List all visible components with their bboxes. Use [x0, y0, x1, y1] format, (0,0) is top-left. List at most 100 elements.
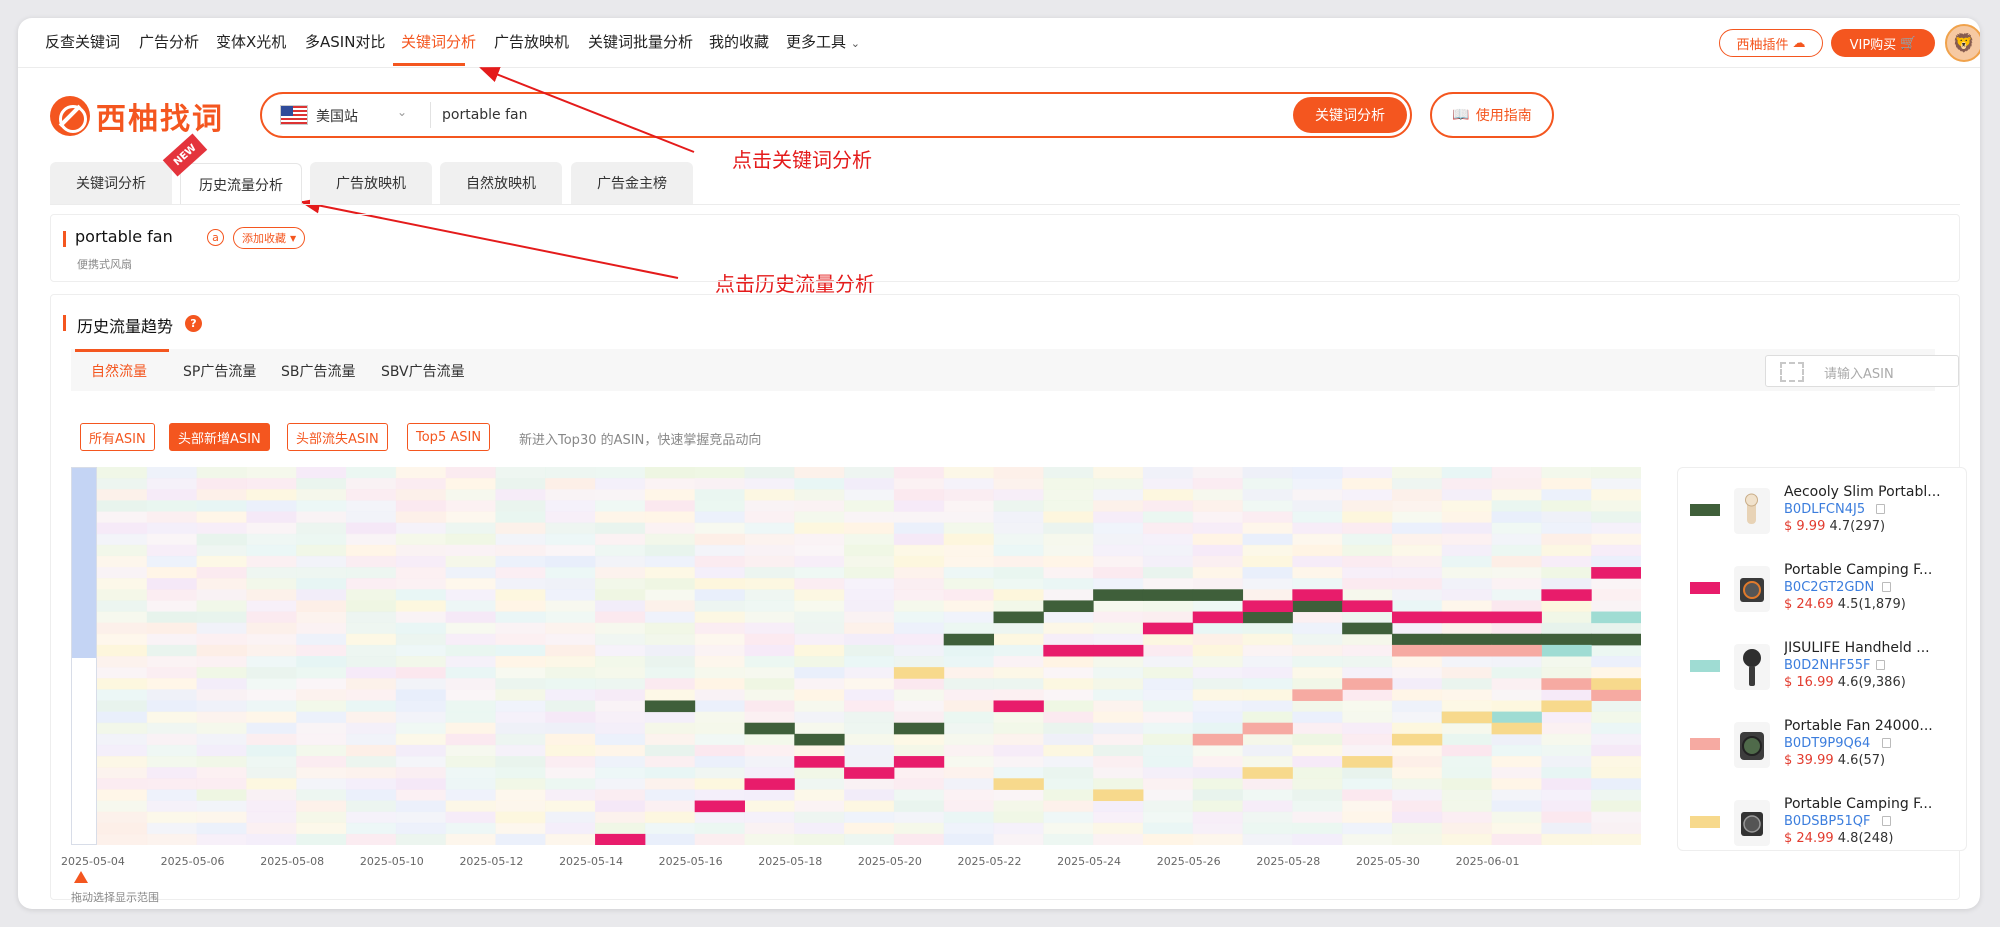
heatmap-cell[interactable] [1591, 700, 1641, 713]
heatmap-cell[interactable] [1541, 533, 1592, 546]
heatmap-cell[interactable] [1391, 555, 1443, 568]
heatmap-cell[interactable] [1292, 578, 1343, 590]
heatmap-cell[interactable] [1242, 467, 1293, 479]
heatmap-cell[interactable] [1441, 600, 1493, 613]
tab-organic-projector[interactable]: 自然放映机 [440, 162, 562, 204]
heatmap-cell[interactable] [1342, 811, 1393, 824]
heatmap-cell[interactable] [993, 689, 1044, 701]
heatmap-cell[interactable] [1192, 822, 1244, 835]
heatmap-cell[interactable] [1292, 611, 1343, 624]
heatmap-cell[interactable] [346, 622, 397, 635]
heatmap-cell[interactable] [744, 700, 795, 713]
heatmap-cell[interactable] [844, 789, 895, 802]
heatmap-cell[interactable] [97, 633, 148, 646]
heatmap-cell[interactable] [246, 500, 297, 512]
heatmap-cell[interactable] [1591, 511, 1641, 524]
heatmap-cell[interactable] [395, 667, 447, 679]
heatmap-cell[interactable] [943, 767, 995, 779]
heatmap-cell[interactable] [595, 744, 646, 757]
heatmap-cell[interactable] [1292, 833, 1343, 845]
heatmap-cell[interactable] [1043, 811, 1094, 824]
heatmap-cell[interactable] [1093, 611, 1144, 624]
heatmap-cell[interactable] [296, 567, 347, 579]
heatmap-cell[interactable] [1491, 822, 1542, 835]
range-slider-handle[interactable] [72, 468, 96, 658]
heatmap-cell[interactable] [545, 600, 596, 613]
heatmap-cell[interactable] [1142, 811, 1194, 824]
heatmap-cell[interactable] [1391, 778, 1443, 790]
heatmap-cell[interactable] [146, 722, 198, 735]
heatmap-cell[interactable] [993, 722, 1044, 735]
heatmap-cell[interactable] [346, 756, 397, 768]
heatmap-cell[interactable] [445, 822, 496, 835]
heatmap-cell[interactable] [595, 467, 646, 479]
heatmap-cell[interactable] [1541, 611, 1592, 624]
heatmap-cell[interactable] [1242, 478, 1293, 490]
heatmap-cell[interactable] [1441, 478, 1493, 490]
heatmap-cell[interactable] [1292, 633, 1343, 646]
heatmap-cell[interactable] [744, 533, 795, 546]
heatmap-cell[interactable] [893, 533, 945, 546]
heatmap-cell[interactable] [1491, 678, 1542, 690]
heatmap-cell[interactable] [146, 733, 198, 746]
heatmap-cell[interactable] [1142, 700, 1194, 713]
heatmap-cell[interactable] [844, 511, 895, 524]
heatmap-cell[interactable] [296, 667, 347, 679]
heatmap-cell[interactable] [1541, 522, 1592, 535]
heatmap-cell[interactable] [644, 467, 696, 479]
heatmap-cell[interactable] [1192, 700, 1244, 713]
nav-ad-projector[interactable]: 广告放映机 [494, 31, 569, 52]
heatmap-cell[interactable] [1093, 622, 1144, 635]
heatmap-cell[interactable] [545, 811, 596, 824]
heatmap-cell[interactable] [744, 555, 795, 568]
heatmap-cell[interactable] [943, 722, 995, 735]
heatmap-cell[interactable] [794, 555, 845, 568]
heatmap-cell[interactable] [1491, 656, 1542, 668]
heatmap-cell[interactable] [993, 678, 1044, 690]
heatmap-cell[interactable] [644, 633, 696, 646]
heatmap-cell[interactable] [1441, 555, 1493, 568]
heatmap-cell[interactable] [1292, 711, 1343, 724]
heatmap-cell[interactable] [97, 611, 148, 624]
help-icon[interactable]: ? [185, 315, 202, 332]
heatmap-cell[interactable] [1441, 833, 1493, 845]
heatmap-cell[interactable] [1292, 822, 1343, 835]
heatmap-cell[interactable] [1441, 700, 1493, 713]
heatmap-cell[interactable] [1441, 722, 1493, 735]
heatmap-cell[interactable] [495, 578, 546, 590]
heatmap-cell[interactable] [1441, 489, 1493, 501]
heatmap-cell[interactable] [97, 600, 148, 613]
heatmap-cell[interactable] [246, 822, 297, 835]
heatmap-cell[interactable] [1591, 622, 1641, 635]
heatmap-cell[interactable] [1192, 800, 1244, 813]
heatmap-cell[interactable] [1391, 533, 1443, 546]
heatmap-cell[interactable] [644, 489, 696, 501]
heatmap-cell[interactable] [1491, 555, 1542, 568]
heatmap-cell[interactable] [1192, 544, 1244, 557]
heatmap-cell[interactable] [196, 533, 247, 546]
highlight-cell[interactable] [1093, 644, 1144, 657]
heatmap-cell[interactable] [395, 744, 447, 757]
heatmap-cell[interactable] [246, 611, 297, 624]
heatmap-cell[interactable] [1391, 589, 1443, 601]
heatmap-cell[interactable] [296, 767, 347, 779]
highlight-cell[interactable] [1093, 789, 1144, 802]
heatmap-cell[interactable] [445, 767, 496, 779]
heatmap-cell[interactable] [196, 600, 247, 613]
heatmap-cell[interactable] [1491, 622, 1542, 635]
heatmap-cell[interactable] [196, 589, 247, 601]
heatmap-cell[interactable] [296, 644, 347, 657]
heatmap-cell[interactable] [246, 522, 297, 535]
heatmap-cell[interactable] [1093, 833, 1144, 845]
highlight-cell[interactable] [794, 756, 845, 768]
heatmap-cell[interactable] [644, 622, 696, 635]
heatmap-cell[interactable] [1043, 722, 1094, 735]
heatmap-cell[interactable] [794, 656, 845, 668]
highlight-cell[interactable] [1491, 644, 1542, 657]
heatmap-cell[interactable] [893, 489, 945, 501]
heatmap-cell[interactable] [644, 767, 696, 779]
heatmap-cell[interactable] [595, 767, 646, 779]
heatmap-cell[interactable] [395, 467, 447, 479]
heatmap-cell[interactable] [1242, 533, 1293, 546]
heatmap-cell[interactable] [346, 467, 397, 479]
